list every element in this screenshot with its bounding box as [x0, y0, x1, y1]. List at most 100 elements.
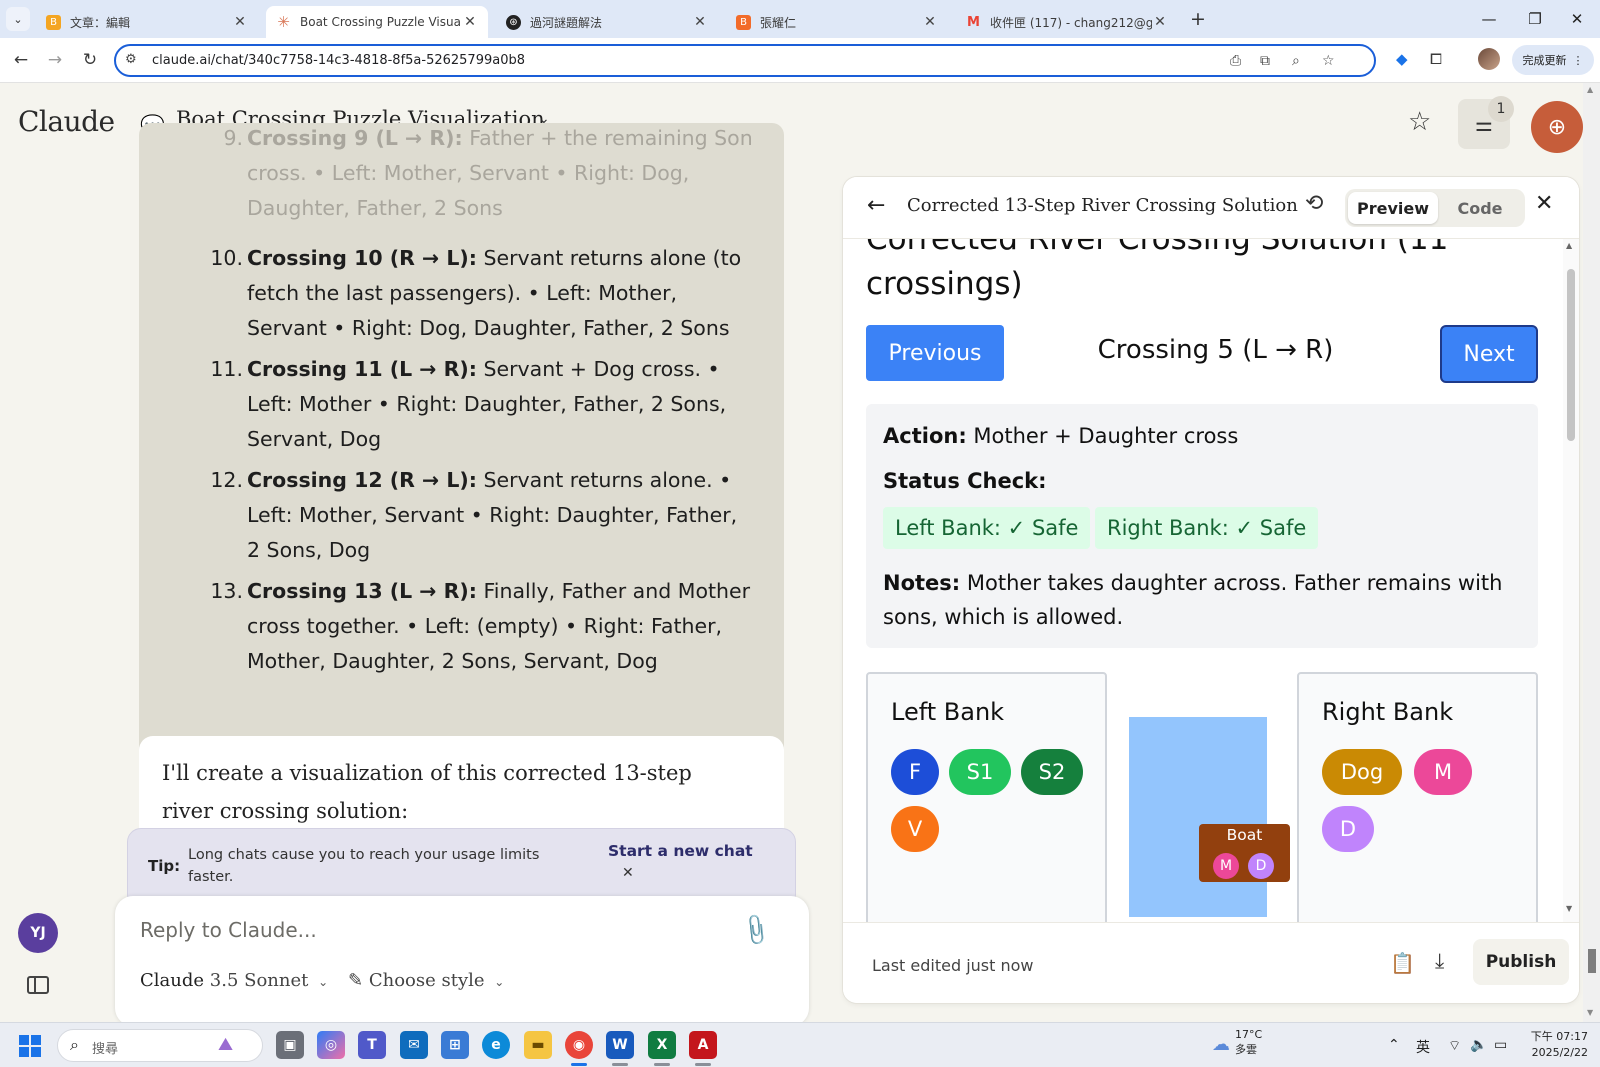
person-token-father: F — [891, 749, 939, 795]
download-icon[interactable]: ⤓ — [1435, 949, 1444, 974]
tab-list-button[interactable]: ⌄ — [6, 7, 30, 31]
new-tab-button[interactable]: + — [1186, 7, 1210, 31]
browser-tab-active[interactable]: ✳ Boat Crossing Puzzle Visualiz ✕ — [266, 6, 488, 38]
excel-icon[interactable]: X — [648, 1031, 676, 1059]
tab-preview[interactable]: Preview — [1348, 192, 1438, 224]
mail-icon[interactable]: ✉ — [400, 1031, 428, 1059]
start-new-chat-link[interactable]: Start a new chat — [608, 842, 753, 860]
translate-icon[interactable]: ⧉ — [1260, 53, 1270, 69]
taskbar-search[interactable]: ⌕ 搜尋 ⛰ — [57, 1029, 263, 1062]
style-selector[interactable]: ✎ Choose style ⌄ — [348, 970, 504, 991]
clipboard-icon[interactable]: 📋 — [1390, 951, 1415, 975]
extensions-puzzle-icon[interactable]: ⧠ — [1430, 50, 1442, 68]
forward-icon[interactable]: → — [44, 49, 66, 71]
more-menu-icon: ⋮ — [1572, 53, 1584, 67]
back-arrow-icon[interactable]: ← — [867, 193, 885, 218]
close-icon[interactable]: ✕ — [1535, 191, 1553, 216]
tab-close-icon[interactable]: ✕ — [232, 14, 248, 30]
next-button[interactable]: Next — [1440, 325, 1538, 383]
page-scrollbar[interactable]: ▲ ▼ — [1583, 83, 1600, 1022]
scrollbar-thumb[interactable] — [1588, 949, 1596, 973]
taskbar-clock[interactable]: 下午 07:17 2025/2/22 — [1528, 1029, 1588, 1061]
url-field[interactable]: ⚙ claude.ai/chat/340c7758-14c3-4818-8f5a… — [114, 44, 1376, 77]
notes-line: Notes: Mother takes daughter across. Fat… — [883, 571, 1503, 629]
claude-logo[interactable]: Claude — [18, 105, 115, 138]
sidebar-toggle-icon[interactable] — [27, 976, 49, 994]
gmail-favicon-icon: M — [967, 14, 980, 30]
minimize-icon[interactable]: — — [1466, 4, 1512, 34]
list-item: 9. Crossing 9 (L → R): Father + the rema… — [223, 126, 753, 220]
scroll-down-icon[interactable]: ▼ — [1566, 904, 1572, 913]
edge-icon[interactable]: e — [482, 1031, 510, 1059]
store-icon[interactable]: ⊞ — [441, 1031, 469, 1059]
browser-update-button[interactable]: 完成更新 ⋮ — [1512, 45, 1594, 75]
plus-bubble-icon: ⊕ — [1547, 114, 1567, 140]
task-view-icon[interactable]: ▣ — [276, 1031, 304, 1059]
reply-input[interactable]: Reply to Claude... — [140, 918, 317, 942]
scrollbar-thumb[interactable] — [1567, 269, 1575, 441]
browser-tab[interactable]: M 收件匣 (117) - chang212@gm ✕ — [956, 6, 1178, 38]
word-icon[interactable]: W — [606, 1031, 634, 1059]
close-icon[interactable]: ✕ — [622, 865, 634, 881]
tab-close-icon[interactable]: ✕ — [462, 14, 478, 30]
person-token-daughter: D — [1322, 806, 1374, 852]
pen-icon: ✎ — [348, 970, 364, 991]
weather-widget[interactable]: 17°C 多雲 — [1235, 1027, 1262, 1057]
tab-close-icon[interactable]: ✕ — [922, 14, 938, 30]
browser-tab[interactable]: B 文章：編輯 ✕ — [36, 6, 258, 38]
new-chat-button[interactable]: ⊕ — [1531, 101, 1583, 153]
windows-taskbar: ⌕ 搜尋 ⛰ ▣ ◎ T ✉ ⊞ e ▬ ◉ W X A ☁ 17°C 多雲 ⌃… — [0, 1022, 1600, 1067]
scroll-up-icon[interactable]: ▲ — [1566, 241, 1572, 250]
person-token-dog: Dog — [1322, 749, 1402, 795]
teams-icon[interactable]: T — [358, 1031, 386, 1059]
search-highlight-icon: ⛰ — [218, 1034, 234, 1055]
chrome-icon[interactable]: ◉ — [565, 1031, 593, 1059]
publish-button[interactable]: Publish — [1473, 939, 1569, 985]
boat: Boat M D — [1199, 824, 1290, 882]
person-token-son2: S2 — [1021, 749, 1083, 795]
site-info-icon[interactable]: ⚙ — [125, 52, 137, 67]
tab-code[interactable]: Code — [1435, 192, 1525, 224]
profile-avatar[interactable] — [1478, 48, 1500, 70]
artifact-scrollbar[interactable]: ▲ ▼ — [1563, 239, 1579, 922]
copilot-icon[interactable]: ◎ — [317, 1031, 345, 1059]
chevron-up-icon[interactable]: ⌃ — [1388, 1037, 1400, 1053]
bookmark-star-icon[interactable]: ☆ — [1322, 53, 1335, 69]
windows-start-icon[interactable] — [19, 1035, 41, 1057]
scroll-up-icon[interactable]: ▲ — [1587, 85, 1593, 94]
tab-close-icon[interactable]: ✕ — [1152, 14, 1168, 30]
blogger-favicon-icon: B — [736, 14, 751, 30]
volume-icon[interactable]: 🔈 — [1470, 1037, 1487, 1053]
user-avatar[interactable]: YJ — [18, 913, 58, 953]
previous-button[interactable]: Previous — [866, 325, 1004, 381]
back-icon[interactable]: ← — [10, 49, 32, 71]
battery-icon[interactable]: ▭ — [1494, 1037, 1507, 1053]
zoom-icon[interactable]: ⌕ — [1292, 53, 1300, 69]
artifact-heading: Corrected River Crossing Solution (11 cr… — [866, 239, 1449, 302]
input-method-indicator[interactable]: 英 — [1416, 1037, 1430, 1057]
list-item: 10. Crossing 10 (R → L): Servant returns… — [210, 246, 742, 340]
install-app-icon[interactable]: ⎙ — [1230, 53, 1241, 69]
user-message: 9. Crossing 9 (L → R): Father + the rema… — [139, 123, 784, 793]
wifi-icon[interactable]: ⌔ — [1448, 1037, 1461, 1055]
acrobat-icon[interactable]: A — [689, 1031, 717, 1059]
paperclip-icon[interactable]: 📎 — [737, 912, 774, 948]
model-selector[interactable]: Claude 3.5 Sonnet ⌄ — [140, 970, 328, 991]
star-icon[interactable]: ☆ — [1408, 107, 1431, 137]
search-icon: ⌕ — [70, 1035, 79, 1054]
left-bank-status-badge: Left Bank: ✓ Safe — [883, 507, 1091, 549]
extension-icon[interactable]: ◆ — [1396, 50, 1408, 68]
tab-close-icon[interactable]: ✕ — [692, 14, 708, 30]
refresh-icon[interactable]: ⟲ — [1305, 191, 1323, 216]
file-explorer-icon[interactable]: ▬ — [524, 1031, 552, 1059]
restore-icon[interactable]: ❐ — [1512, 4, 1558, 34]
close-icon[interactable]: ✕ — [1554, 4, 1600, 34]
running-app-indicator — [695, 1063, 711, 1066]
preview-code-toggle: Preview Code — [1345, 189, 1525, 227]
scroll-down-icon[interactable]: ▼ — [1587, 1008, 1593, 1017]
reload-icon[interactable]: ↻ — [79, 49, 101, 71]
active-app-indicator — [571, 1063, 587, 1066]
left-bank: Left Bank F S1 S2 V — [866, 672, 1107, 922]
browser-tab[interactable]: B 張耀仁 ✕ — [726, 6, 948, 38]
browser-tab[interactable]: ⊛ 過河謎題解法 ✕ — [496, 6, 718, 38]
